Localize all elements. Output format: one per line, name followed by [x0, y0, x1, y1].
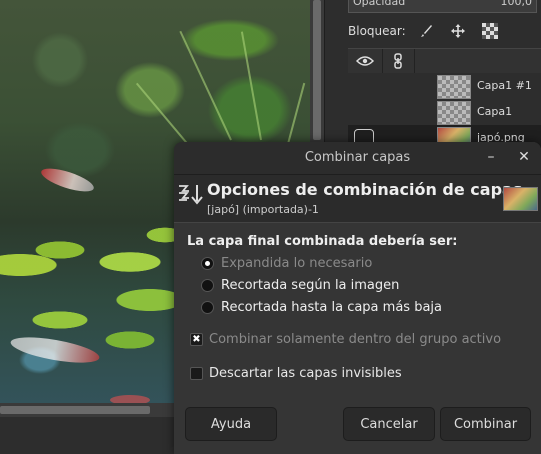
checkbox-label: Descartar las capas invisibles — [209, 366, 402, 381]
close-icon[interactable]: ✕ — [515, 148, 533, 166]
koi-fish — [38, 163, 97, 197]
checkbox-box[interactable] — [190, 367, 203, 380]
radio-expanded[interactable]: Expandida lo necesario — [201, 256, 372, 271]
radio-dot[interactable] — [201, 279, 214, 292]
koi-fish — [8, 332, 102, 368]
merge-layers-dialog: Combinar capas – ✕ Opciones de combinaci… — [174, 142, 541, 454]
radio-clipped-bottom-layer[interactable]: Recortada hasta la capa más baja — [201, 300, 442, 315]
help-button[interactable]: Ayuda — [185, 407, 277, 441]
radio-label: Expandida lo necesario — [221, 256, 373, 271]
minimize-icon[interactable]: – — [482, 148, 500, 166]
lock-pixels-brush-icon[interactable] — [418, 23, 434, 39]
merge-button[interactable]: Combinar — [440, 407, 531, 441]
opacity-value: 100,0 — [500, 0, 533, 8]
radio-label: Recortada según la imagen — [221, 278, 400, 293]
radio-clipped-image[interactable]: Recortada según la imagen — [201, 278, 399, 293]
opacity-label: Opacidad — [353, 0, 406, 8]
layer-row[interactable]: Capa1 — [348, 99, 541, 125]
header-subtitle: [japó] (importada)-1 — [207, 203, 319, 216]
scrollbar-thumb[interactable] — [313, 0, 321, 140]
merge-type-label: La capa final combinada debería ser: — [187, 234, 458, 249]
lock-position-move-icon[interactable] — [450, 23, 466, 39]
checkbox-checked-icon[interactable]: ✖ — [190, 333, 203, 346]
lock-label: Bloquear: — [348, 24, 406, 38]
cancel-button[interactable]: Cancelar — [343, 407, 435, 441]
layer-name: Capa1 — [477, 105, 513, 118]
lock-row: Bloquear: — [348, 20, 514, 42]
chain-link-column-icon[interactable] — [382, 49, 415, 73]
radio-label: Recortada hasta la capa más baja — [221, 300, 442, 315]
merge-layers-icon — [179, 185, 203, 205]
dialog-header: Opciones de combinación de capas [japó] … — [174, 175, 541, 223]
layer-thumbnail — [437, 75, 471, 99]
visibility-column-eye-icon[interactable] — [348, 49, 383, 73]
checkbox-label: Combinar solamente dentro del grupo acti… — [209, 332, 502, 347]
image-thumbnail — [503, 187, 538, 211]
koi-fish — [110, 395, 150, 403]
fern-leaf — [240, 31, 262, 141]
radio-dot[interactable] — [201, 301, 214, 314]
lock-alpha-checker-icon[interactable] — [481, 23, 498, 39]
layer-thumbnail — [437, 101, 471, 125]
layer-name: Capa1 #1 — [477, 79, 532, 92]
layer-row[interactable]: Capa1 #1 — [348, 73, 541, 99]
checkbox-discard-invisible[interactable]: Descartar las capas invisibles — [190, 366, 402, 381]
checkbox-merge-active-group[interactable]: ✖ Combinar solamente dentro del grupo ac… — [190, 332, 501, 347]
scrollbar-thumb[interactable] — [0, 406, 150, 414]
layers-header — [348, 48, 541, 74]
header-title: Opciones de combinación de capas — [207, 180, 523, 199]
opacity-field[interactable]: Opacidad 100,0 — [348, 0, 537, 13]
dialog-titlebar[interactable]: Combinar capas – ✕ — [174, 142, 541, 175]
radio-dot[interactable] — [201, 257, 214, 270]
fern-leaf — [179, 30, 232, 141]
